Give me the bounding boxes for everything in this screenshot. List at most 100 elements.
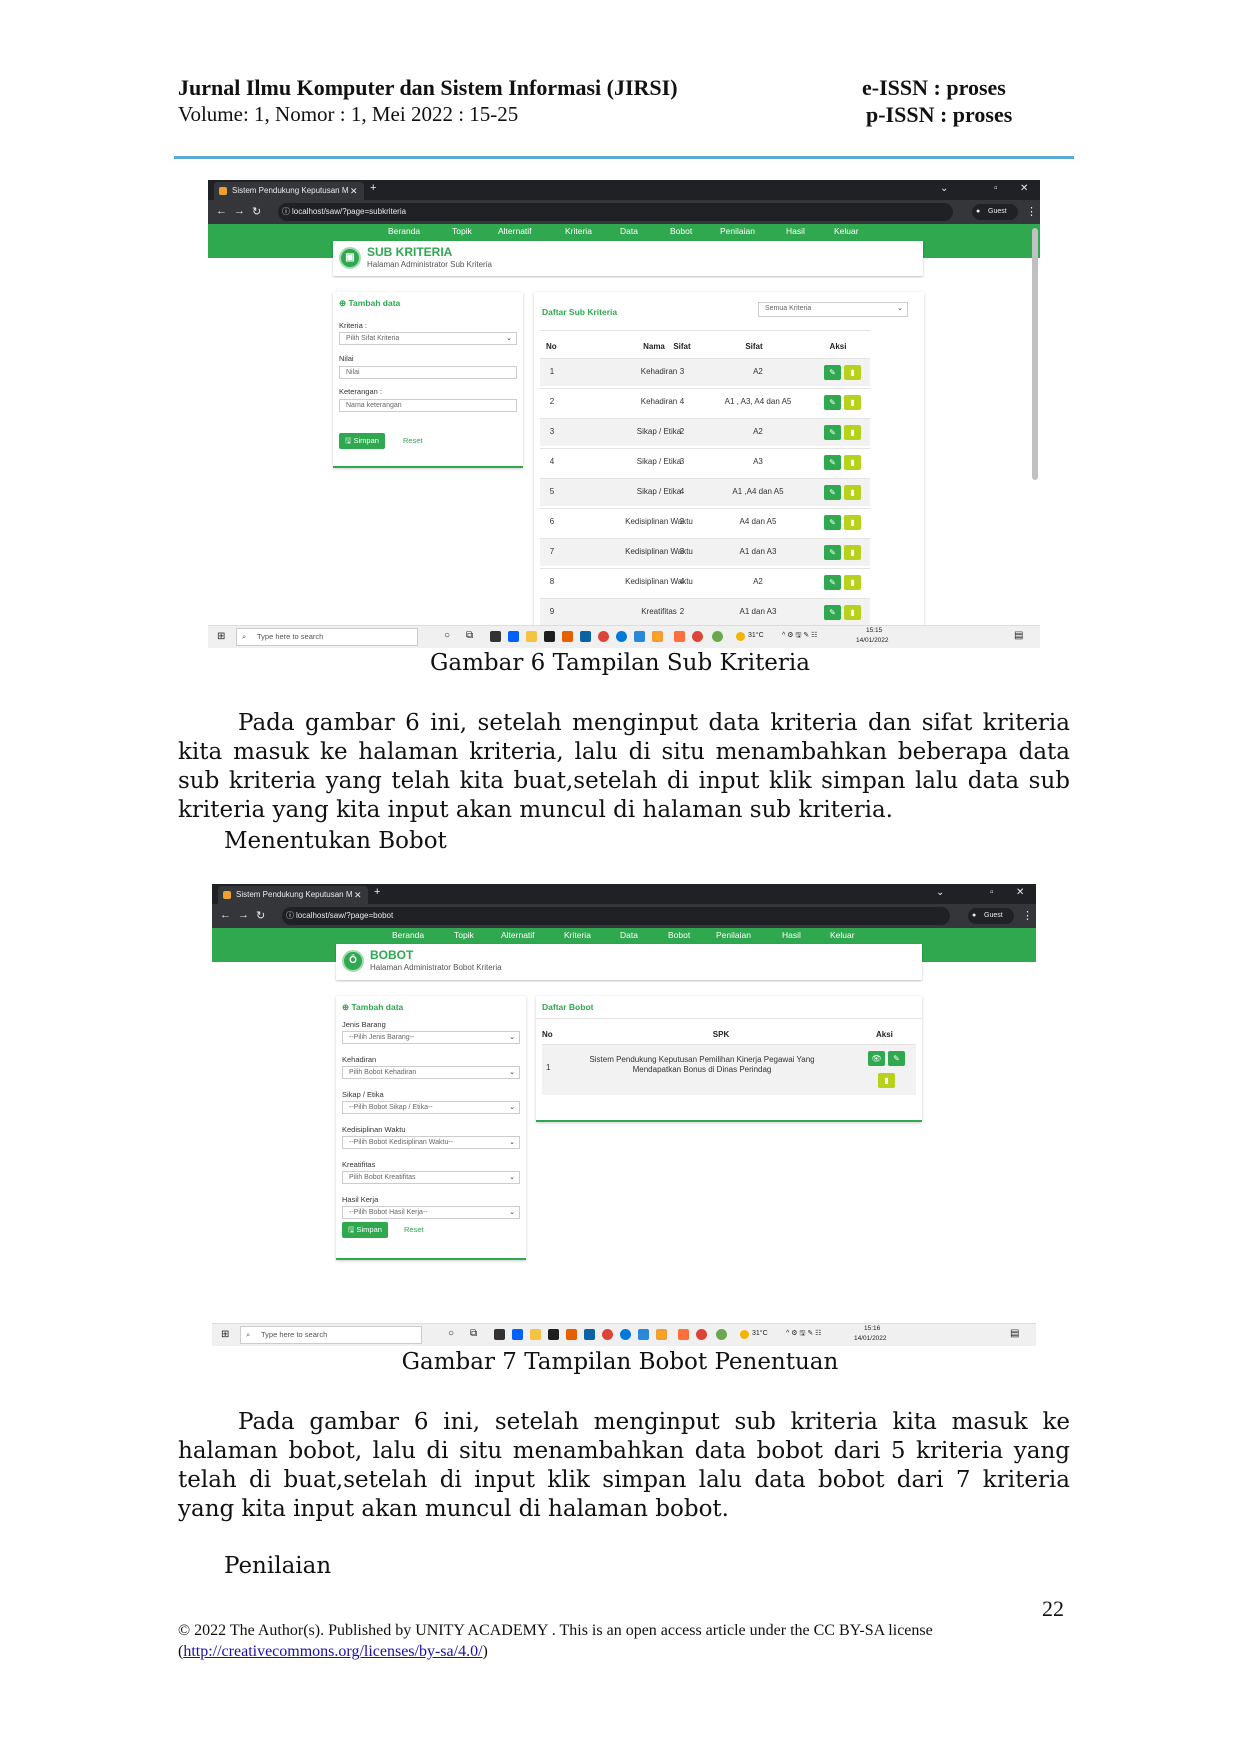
delete-icon[interactable]: ▮ <box>844 485 861 500</box>
back-arrow-icon[interactable]: ← <box>216 205 227 217</box>
chrome-window-icon[interactable] <box>696 1329 707 1340</box>
nav-data[interactable]: Data <box>620 226 638 236</box>
delete-icon[interactable]: ▮ <box>844 455 861 470</box>
profile-button[interactable]: ● Guest <box>968 908 1014 924</box>
edit-icon[interactable]: ✎ <box>888 1051 905 1066</box>
chevron-down-icon[interactable]: ⌄ <box>936 887 944 898</box>
tray-icons[interactable]: ^ ⚙ 🖫 ✎ ☷ <box>786 1329 821 1340</box>
tray-icons[interactable]: ^ ⚙ 🖫 ✎ ☷ <box>782 631 817 642</box>
view-icon[interactable]: 👁 <box>868 1051 885 1066</box>
nav-beranda[interactable]: Beranda <box>392 930 424 940</box>
edit-icon[interactable]: ✎ <box>824 605 841 620</box>
mail-icon[interactable] <box>584 1329 595 1340</box>
kebab-menu-icon[interactable]: ⋮ <box>1022 909 1033 922</box>
bobot-select[interactable]: --Pilih Bobot Sikap / Etika-- ⌄ <box>342 1101 520 1114</box>
app-icon[interactable] <box>712 631 723 642</box>
edit-icon[interactable]: ✎ <box>824 575 841 590</box>
nav-bobot[interactable]: Bobot <box>670 226 692 236</box>
minimize-window-icon[interactable]: ▫ <box>990 887 994 898</box>
chrome-window-icon[interactable] <box>692 631 703 642</box>
bobot-select[interactable]: --Pilih Bobot Hasil Kerja-- ⌄ <box>342 1206 520 1219</box>
delete-icon[interactable]: ▮ <box>878 1073 895 1088</box>
nav-alternatif[interactable]: Alternatif <box>498 226 532 236</box>
url-input[interactable]: ⓘ localhost/saw/?page=subkriteria <box>278 203 953 221</box>
back-arrow-icon[interactable]: ← <box>220 909 231 921</box>
new-tab-icon[interactable]: + <box>370 182 376 194</box>
reload-icon[interactable]: ↻ <box>256 909 265 922</box>
save-button[interactable]: 🖫 Simpan <box>339 433 385 449</box>
firefox-icon[interactable] <box>562 631 573 642</box>
restore-window-icon[interactable]: ▫ <box>994 183 998 194</box>
edge-icon[interactable] <box>620 1329 631 1340</box>
task-view-icon[interactable]: ⧉ <box>470 1328 477 1339</box>
app-icon[interactable] <box>678 1329 689 1340</box>
edit-icon[interactable]: ✎ <box>824 425 841 440</box>
bobot-select[interactable]: Pilih Bobot Kreatifitas ⌄ <box>342 1171 520 1184</box>
store-icon[interactable] <box>490 631 501 642</box>
nav-data[interactable]: Data <box>620 930 638 940</box>
chrome-icon[interactable] <box>598 631 609 642</box>
store-icon[interactable] <box>494 1329 505 1340</box>
kriteria-filter-select[interactable]: Semua Kriteria ⌄ <box>758 302 908 317</box>
edit-icon[interactable]: ✎ <box>824 545 841 560</box>
delete-icon[interactable]: ▮ <box>844 395 861 410</box>
reset-button[interactable]: Reset <box>404 1225 424 1234</box>
nav-topik[interactable]: Topik <box>454 930 474 940</box>
notification-icon[interactable]: ▤ <box>1014 630 1023 641</box>
delete-icon[interactable]: ▮ <box>844 515 861 530</box>
taskbar-search-input[interactable]: ⌕ Type here to search <box>240 1326 422 1344</box>
delete-icon[interactable]: ▮ <box>844 545 861 560</box>
forward-arrow-icon[interactable]: → <box>238 909 249 921</box>
edit-icon[interactable]: ✎ <box>824 485 841 500</box>
keterangan-input[interactable]: Nama keterangan <box>339 399 517 412</box>
close-tab-icon[interactable]: ✕ <box>354 886 362 904</box>
xampp-icon[interactable] <box>652 631 663 642</box>
chrome-icon[interactable] <box>602 1329 613 1340</box>
bobot-select[interactable]: --Pilih Bobot Kedisiplinan Waktu-- ⌄ <box>342 1136 520 1149</box>
new-tab-icon[interactable]: + <box>374 886 380 898</box>
nav-bobot[interactable]: Bobot <box>668 930 690 940</box>
delete-icon[interactable]: ▮ <box>844 365 861 380</box>
profile-button[interactable]: ● Guest <box>972 204 1018 220</box>
bobot-select[interactable]: --Pilih Jenis Barang-- ⌄ <box>342 1031 520 1044</box>
nav-keluar[interactable]: Keluar <box>834 226 859 236</box>
nav-hasil[interactable]: Hasil <box>782 930 801 940</box>
nilai-input[interactable]: Nilai <box>339 366 517 379</box>
cortana-icon[interactable]: ○ <box>444 630 450 641</box>
nav-beranda[interactable]: Beranda <box>388 226 420 236</box>
nav-penilaian[interactable]: Penilaian <box>716 930 751 940</box>
media-player-icon[interactable] <box>634 631 645 642</box>
cortana-icon[interactable]: ○ <box>448 1328 454 1339</box>
windows-start-icon[interactable]: ⊞ <box>217 631 225 642</box>
delete-icon[interactable]: ▮ <box>844 605 861 620</box>
nav-penilaian[interactable]: Penilaian <box>720 226 755 236</box>
delete-icon[interactable]: ▮ <box>844 575 861 590</box>
nav-kriteria[interactable]: Kriteria <box>565 226 592 236</box>
dropbox-icon[interactable] <box>508 631 519 642</box>
url-input[interactable]: ⓘ localhost/saw/?page=bobot <box>282 907 950 925</box>
save-button[interactable]: 🖫 Simpan <box>342 1222 388 1238</box>
close-tab-icon[interactable]: ✕ <box>350 182 358 200</box>
license-link[interactable]: http://creativecommons.org/licenses/by-s… <box>183 1643 482 1660</box>
app-icon[interactable] <box>674 631 685 642</box>
firefox-icon[interactable] <box>566 1329 577 1340</box>
app-icon[interactable] <box>716 1329 727 1340</box>
nav-topik[interactable]: Topik <box>452 226 472 236</box>
edge-icon[interactable] <box>616 631 627 642</box>
edit-icon[interactable]: ✎ <box>824 455 841 470</box>
kebab-menu-icon[interactable]: ⋮ <box>1026 205 1037 218</box>
reload-icon[interactable]: ↻ <box>252 205 261 218</box>
forward-arrow-icon[interactable]: → <box>234 205 245 217</box>
edit-icon[interactable]: ✎ <box>824 395 841 410</box>
nav-hasil[interactable]: Hasil <box>786 226 805 236</box>
file-explorer-icon[interactable] <box>530 1329 541 1340</box>
notification-icon[interactable]: ▤ <box>1010 1328 1019 1339</box>
dropbox-icon[interactable] <box>512 1329 523 1340</box>
close-window-icon[interactable]: ✕ <box>1020 183 1028 194</box>
delete-icon[interactable]: ▮ <box>844 425 861 440</box>
edit-icon[interactable]: ✎ <box>824 365 841 380</box>
terminal-icon[interactable] <box>544 631 555 642</box>
media-player-icon[interactable] <box>638 1329 649 1340</box>
page-scrollbar[interactable] <box>1032 228 1038 480</box>
nav-kriteria[interactable]: Kriteria <box>564 930 591 940</box>
